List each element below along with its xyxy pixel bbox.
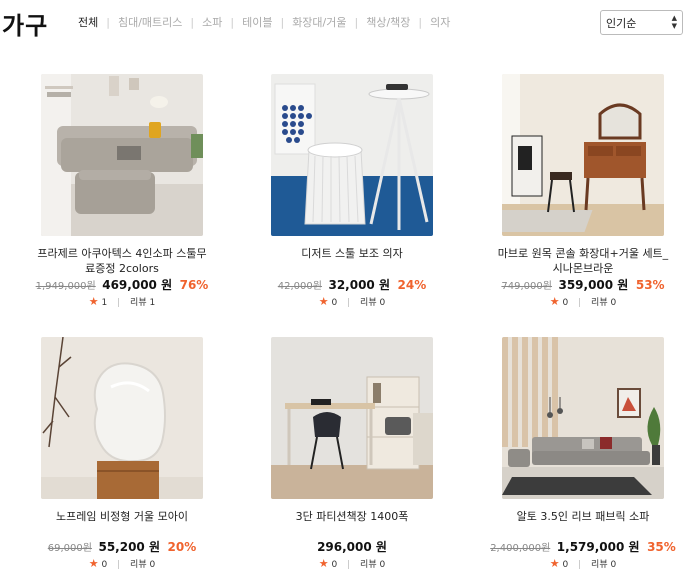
rating-review-row: ★ 0 | 리뷰 0 xyxy=(22,557,222,570)
rating-review-row: ★ 0 | 리뷰 0 xyxy=(252,295,452,308)
sale-price: 1,579,000 원 xyxy=(556,540,640,554)
product-name[interactable]: 알토 3.5인 리브 패브릭 소파 xyxy=(483,509,683,524)
price-row: 1,949,000원 469,000 원 76% xyxy=(22,276,222,293)
divider: | xyxy=(347,298,351,308)
rating-review-row: ★ 0 | 리뷰 0 xyxy=(483,557,683,570)
page-header: 가구 전체 | 침대/매트리스 | 소파 | 테이블 | 화장대/거울 | 책상… xyxy=(0,0,692,44)
star-icon: ★ xyxy=(549,557,560,570)
tab-sofa[interactable]: 소파 xyxy=(202,14,222,30)
product-name[interactable]: 디저트 스툴 보조 의자 xyxy=(252,246,452,261)
tab-divider: | xyxy=(106,15,110,29)
review-label: 리뷰 xyxy=(360,560,377,570)
discount-rate: 24% xyxy=(397,278,427,292)
product-name[interactable]: 3단 파티션책장 1400폭 xyxy=(252,509,452,524)
review-count: 0 xyxy=(610,560,617,570)
star-icon: ★ xyxy=(88,557,99,570)
sort-select[interactable]: 인기순 ▲ ▼ xyxy=(600,10,683,35)
product-name[interactable]: 노프레임 비정형 거울 모아이 xyxy=(22,509,222,524)
product-image-fabric-sofa[interactable] xyxy=(502,337,664,499)
star-icon: ★ xyxy=(88,295,99,308)
price-row: 296,000 원 xyxy=(252,538,452,555)
tab-divider: | xyxy=(230,15,235,29)
divider: | xyxy=(117,298,121,308)
product-image-sofa[interactable] xyxy=(41,74,203,236)
rating-review-row: ★ 0 | 리뷰 0 xyxy=(252,557,452,570)
price-row: 69,000원 55,200 원 20% xyxy=(22,538,222,555)
sale-price: 55,200 원 xyxy=(98,540,160,554)
original-price: 69,000원 xyxy=(47,543,92,554)
rating-value: 0 xyxy=(101,560,108,570)
rating-review-row: ★ 1 | 리뷰 1 xyxy=(22,295,222,308)
price-row: 42,000원 32,000 원 24% xyxy=(252,276,452,293)
price-row: 2,400,000원 1,579,000 원 35% xyxy=(483,538,683,555)
rating-review-row: ★ 0 | 리뷰 0 xyxy=(483,295,683,308)
review-label: 리뷰 xyxy=(130,298,147,308)
tab-all[interactable]: 전체 xyxy=(78,14,98,30)
rating-value: 0 xyxy=(562,560,569,570)
review-label: 리뷰 xyxy=(360,298,377,308)
original-price: 42,000원 xyxy=(277,281,322,292)
discount-rate: 20% xyxy=(167,540,197,554)
original-price: 2,400,000원 xyxy=(490,543,551,554)
page-title: 가구 xyxy=(2,12,49,40)
rating-value: 0 xyxy=(562,298,569,308)
rating-value: 1 xyxy=(101,298,108,308)
sort-arrows-icon: ▲ ▼ xyxy=(671,14,677,30)
divider: | xyxy=(578,560,582,570)
review-count: 0 xyxy=(379,298,386,308)
sale-price: 469,000 원 xyxy=(102,278,173,292)
review-count: 1 xyxy=(149,298,156,308)
divider: | xyxy=(578,298,582,308)
sale-price: 359,000 원 xyxy=(558,278,629,292)
tab-divider: | xyxy=(354,15,359,29)
rating-value: 0 xyxy=(331,560,338,570)
product-image-stool[interactable] xyxy=(271,74,433,236)
tab-chair[interactable]: 의자 xyxy=(430,14,450,30)
discount-rate: 35% xyxy=(647,540,676,554)
divider: | xyxy=(117,560,121,570)
review-count: 0 xyxy=(610,298,617,308)
product-image-vanity[interactable] xyxy=(502,74,664,236)
divider: | xyxy=(347,560,351,570)
review-label: 리뷰 xyxy=(130,560,147,570)
tab-divider: | xyxy=(190,15,195,29)
sale-price: 32,000 원 xyxy=(328,278,390,292)
review-count: 0 xyxy=(149,560,156,570)
tab-divider: | xyxy=(418,15,423,29)
rating-value: 0 xyxy=(331,298,338,308)
review-label: 리뷰 xyxy=(591,560,608,570)
tab-vanity-mirror[interactable]: 화장대/거울 xyxy=(292,14,346,30)
discount-rate: 53% xyxy=(635,278,665,292)
price-row: 749,000원 359,000 원 53% xyxy=(483,276,683,293)
star-icon: ★ xyxy=(318,557,329,570)
tab-table[interactable]: 테이블 xyxy=(242,14,272,30)
category-tabs: 전체 | 침대/매트리스 | 소파 | 테이블 | 화장대/거울 | 책상/책장… xyxy=(78,14,450,30)
review-count: 0 xyxy=(379,560,386,570)
discount-rate: 76% xyxy=(179,278,209,292)
product-image-bookshelf[interactable] xyxy=(271,337,433,499)
tab-divider: | xyxy=(280,15,285,29)
product-name[interactable]: 프라제르 아쿠아텍스 4인소파 스툴무 료증정 2colors xyxy=(22,246,222,276)
sale-price: 296,000 원 xyxy=(317,540,387,554)
original-price: 749,000원 xyxy=(501,281,552,292)
sort-selected-value: 인기순 xyxy=(606,17,637,30)
review-label: 리뷰 xyxy=(591,298,608,308)
product-image-mirror[interactable] xyxy=(41,337,203,499)
original-price: 1,949,000원 xyxy=(35,281,96,292)
tab-bed-mattress[interactable]: 침대/매트리스 xyxy=(118,14,182,30)
product-name[interactable]: 마브로 원목 콘솔 화장대+거울 세트_ 시나몬브라운 xyxy=(483,246,683,276)
tab-desk-bookshelf[interactable]: 책상/책장 xyxy=(366,14,410,30)
star-icon: ★ xyxy=(318,295,329,308)
star-icon: ★ xyxy=(549,295,560,308)
